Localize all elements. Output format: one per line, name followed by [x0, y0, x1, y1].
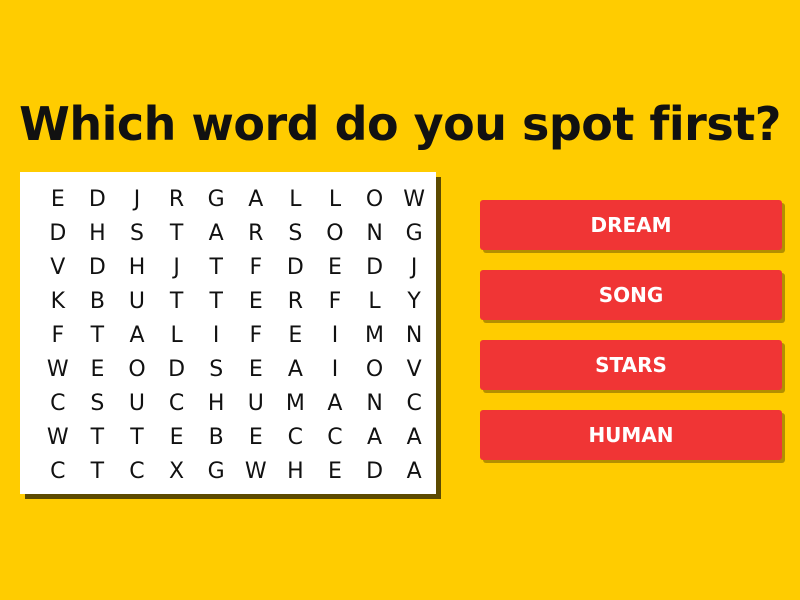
grid-cell[interactable]: S: [117, 216, 157, 250]
grid-cell[interactable]: D: [355, 250, 395, 284]
option-button-human[interactable]: HUMAN: [480, 410, 782, 460]
grid-cell[interactable]: U: [117, 284, 157, 318]
grid-cell[interactable]: N: [355, 216, 395, 250]
grid-cell[interactable]: C: [276, 420, 316, 454]
grid-cell[interactable]: E: [236, 420, 276, 454]
grid-cell[interactable]: A: [196, 216, 236, 250]
grid-cell[interactable]: R: [157, 182, 197, 216]
grid-cell[interactable]: G: [196, 454, 236, 488]
grid-cell[interactable]: F: [315, 284, 355, 318]
grid-cell[interactable]: W: [38, 420, 78, 454]
letter-grid: EDJRGALLOWDHSTARSONGVDHJTFDEDJKBUTTERFLY…: [38, 182, 434, 488]
grid-cell[interactable]: C: [394, 386, 434, 420]
grid-cell[interactable]: E: [276, 318, 316, 352]
grid-cell[interactable]: H: [78, 216, 118, 250]
grid-cell[interactable]: V: [38, 250, 78, 284]
grid-cell[interactable]: L: [355, 284, 395, 318]
option-button-song[interactable]: SONG: [480, 270, 782, 320]
grid-cell[interactable]: T: [196, 284, 236, 318]
grid-cell[interactable]: G: [394, 216, 434, 250]
grid-cell[interactable]: A: [117, 318, 157, 352]
grid-cell[interactable]: N: [394, 318, 434, 352]
grid-cell[interactable]: O: [315, 216, 355, 250]
grid-cell[interactable]: E: [38, 182, 78, 216]
grid-cell[interactable]: D: [157, 352, 197, 386]
grid-cell[interactable]: U: [236, 386, 276, 420]
grid-cell[interactable]: I: [315, 318, 355, 352]
grid-cell[interactable]: H: [196, 386, 236, 420]
grid-cell[interactable]: L: [315, 182, 355, 216]
grid-cell[interactable]: J: [394, 250, 434, 284]
grid-cell[interactable]: D: [38, 216, 78, 250]
grid-cell[interactable]: D: [276, 250, 316, 284]
grid-cell[interactable]: F: [38, 318, 78, 352]
grid-cell[interactable]: E: [236, 284, 276, 318]
grid-cell[interactable]: H: [117, 250, 157, 284]
grid-cell[interactable]: T: [157, 284, 197, 318]
grid-cell[interactable]: A: [315, 386, 355, 420]
word-search-board: EDJRGALLOWDHSTARSONGVDHJTFDEDJKBUTTERFLY…: [20, 172, 436, 494]
grid-cell[interactable]: O: [355, 352, 395, 386]
grid-cell[interactable]: D: [355, 454, 395, 488]
grid-cell[interactable]: S: [276, 216, 316, 250]
grid-cell[interactable]: K: [38, 284, 78, 318]
grid-cell[interactable]: F: [236, 250, 276, 284]
grid-cell[interactable]: W: [38, 352, 78, 386]
grid-cell[interactable]: H: [276, 454, 316, 488]
grid-cell[interactable]: E: [315, 454, 355, 488]
grid-cell[interactable]: T: [78, 318, 118, 352]
grid-cell[interactable]: N: [355, 386, 395, 420]
grid-cell[interactable]: A: [276, 352, 316, 386]
grid-cell[interactable]: R: [276, 284, 316, 318]
grid-cell[interactable]: D: [78, 182, 118, 216]
grid-cell[interactable]: E: [78, 352, 118, 386]
answer-options: DREAM SONG STARS HUMAN: [480, 200, 782, 480]
grid-cell[interactable]: M: [355, 318, 395, 352]
grid-cell[interactable]: G: [196, 182, 236, 216]
grid-cell[interactable]: L: [276, 182, 316, 216]
grid-cell[interactable]: O: [117, 352, 157, 386]
grid-cell[interactable]: J: [117, 182, 157, 216]
grid-cell[interactable]: C: [315, 420, 355, 454]
grid-cell[interactable]: C: [117, 454, 157, 488]
grid-cell[interactable]: T: [117, 420, 157, 454]
grid-cell[interactable]: I: [315, 352, 355, 386]
grid-cell[interactable]: E: [236, 352, 276, 386]
option-button-stars[interactable]: STARS: [480, 340, 782, 390]
grid-cell[interactable]: B: [78, 284, 118, 318]
grid-cell[interactable]: C: [38, 386, 78, 420]
grid-cell[interactable]: X: [157, 454, 197, 488]
grid-cell[interactable]: C: [157, 386, 197, 420]
grid-cell[interactable]: Y: [394, 284, 434, 318]
grid-cell[interactable]: W: [236, 454, 276, 488]
grid-cell[interactable]: L: [157, 318, 197, 352]
grid-cell[interactable]: E: [157, 420, 197, 454]
grid-cell[interactable]: T: [157, 216, 197, 250]
grid-cell[interactable]: D: [78, 250, 118, 284]
grid-cell[interactable]: T: [196, 250, 236, 284]
option-button-dream[interactable]: DREAM: [480, 200, 782, 250]
grid-cell[interactable]: U: [117, 386, 157, 420]
question-title: Which word do you spot first?: [19, 97, 781, 151]
grid-cell[interactable]: A: [355, 420, 395, 454]
grid-cell[interactable]: A: [236, 182, 276, 216]
grid-cell[interactable]: A: [394, 454, 434, 488]
grid-cell[interactable]: O: [355, 182, 395, 216]
grid-cell[interactable]: R: [236, 216, 276, 250]
grid-cell[interactable]: S: [78, 386, 118, 420]
grid-cell[interactable]: T: [78, 454, 118, 488]
grid-cell[interactable]: V: [394, 352, 434, 386]
grid-cell[interactable]: F: [236, 318, 276, 352]
grid-cell[interactable]: C: [38, 454, 78, 488]
grid-cell[interactable]: I: [196, 318, 236, 352]
grid-cell[interactable]: A: [394, 420, 434, 454]
grid-cell[interactable]: M: [276, 386, 316, 420]
grid-cell[interactable]: T: [78, 420, 118, 454]
grid-cell[interactable]: B: [196, 420, 236, 454]
grid-cell[interactable]: E: [315, 250, 355, 284]
grid-cell[interactable]: W: [394, 182, 434, 216]
grid-cell[interactable]: J: [157, 250, 197, 284]
grid-cell[interactable]: S: [196, 352, 236, 386]
